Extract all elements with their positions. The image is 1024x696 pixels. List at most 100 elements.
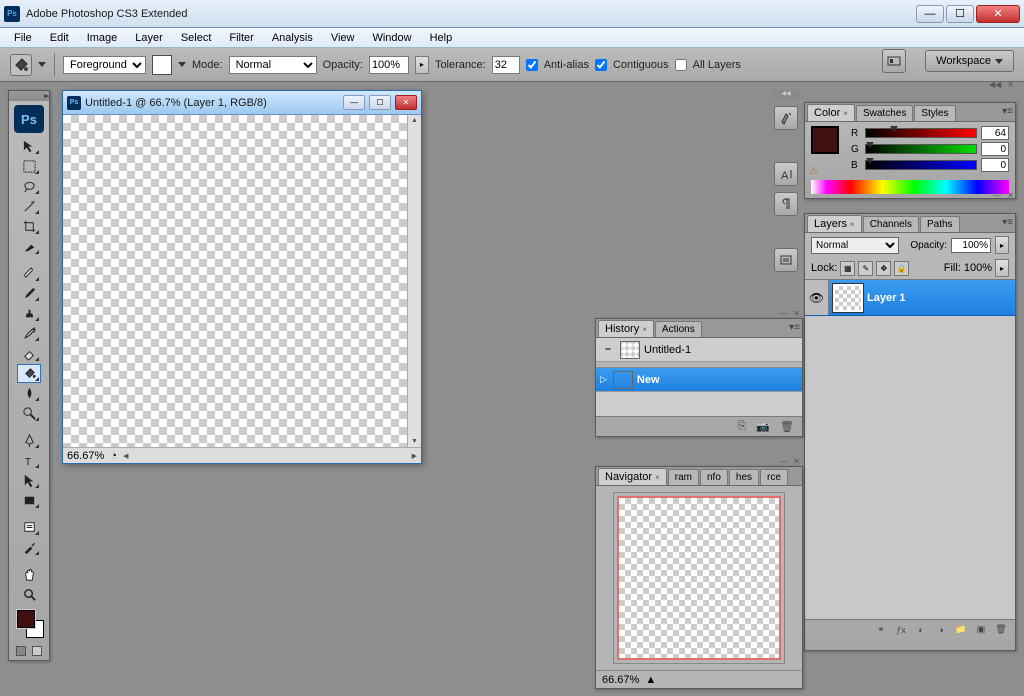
layer-mask-icon[interactable]: ◐ [913,623,929,637]
mode-select[interactable]: Normal [229,56,317,74]
doc-maximize-button[interactable]: ☐ [369,95,391,110]
navigator-preview[interactable] [613,492,785,664]
toolbox-collapse-icon[interactable]: ▸▸ [44,92,47,100]
layer-name[interactable]: Layer 1 [867,292,906,304]
rectangular-marquee-tool[interactable] [17,157,41,176]
menu-layer[interactable]: Layer [127,30,171,46]
opacity-input[interactable] [369,56,409,74]
menu-edit[interactable]: Edit [42,30,77,46]
g-slider[interactable] [865,144,977,154]
layer-opacity-arrow-icon[interactable]: ▸ [995,236,1009,254]
lock-all-icon[interactable]: 🔒 [894,261,909,276]
notes-tool[interactable] [17,518,41,537]
adjustment-layer-icon[interactable]: ◑ [933,623,949,637]
layer-style-icon[interactable]: ƒx [893,623,909,637]
doc-close-button[interactable]: ✕ [395,95,417,110]
new-layer-icon[interactable]: ▣ [973,623,989,637]
zoom-level[interactable]: 66.67% [67,450,104,462]
crop-tool[interactable] [17,217,41,236]
tab-brushes[interactable]: hes [729,469,759,485]
link-layers-icon[interactable]: ⚭ [873,623,889,637]
doc-minimize-button[interactable]: — [343,95,365,110]
status-info-icon[interactable]: ◔ [110,450,117,462]
tab-channels[interactable]: Channels [863,216,919,232]
dock-paragraph-icon[interactable] [774,192,798,216]
layers-collapse-icon[interactable]: — [991,191,1003,201]
tab-history[interactable]: History× [598,320,654,337]
eyedropper-tool[interactable] [17,538,41,557]
menu-image[interactable]: Image [79,30,126,46]
history-state[interactable]: New [596,368,802,392]
menu-analysis[interactable]: Analysis [264,30,321,46]
tab-info[interactable]: nfo [700,469,728,485]
maximize-button[interactable]: ☐ [946,5,974,23]
tab-styles[interactable]: Styles [914,105,955,121]
layers-menu-icon[interactable]: ▾≡ [1002,217,1013,228]
dock-layer-comps-icon[interactable] [774,248,798,272]
tool-preset-dropdown-icon[interactable] [38,62,46,67]
antialias-checkbox[interactable] [526,59,538,71]
layers-close-icon[interactable]: ✕ [1005,191,1016,201]
r-input[interactable] [981,126,1009,140]
g-input[interactable] [981,142,1009,156]
lock-transparency-icon[interactable]: ▦ [840,261,855,276]
brush-tool[interactable] [17,284,41,303]
eraser-tool[interactable] [17,344,41,363]
nav-close-icon[interactable]: ✕ [791,457,802,467]
foreground-color-swatch[interactable] [17,610,35,628]
document-titlebar[interactable]: Ps Untitled-1 @ 66.7% (Layer 1, RGB/8) —… [63,91,421,115]
screen-mode-icon[interactable] [32,646,42,656]
scroll-right-icon[interactable]: ▶ [412,452,417,460]
pen-tool[interactable] [17,431,41,450]
tab-clone-source[interactable]: rce [760,469,788,485]
layer-fill-arrow-icon[interactable]: ▸ [995,259,1009,277]
zoom-tool[interactable] [17,585,41,604]
canvas[interactable] [63,115,407,447]
blend-mode-select[interactable]: Normal [811,237,899,254]
fill-source-select[interactable]: Foreground [63,56,146,74]
layer-thumbnail[interactable] [833,284,863,312]
menu-help[interactable]: Help [422,30,461,46]
slice-tool[interactable] [17,237,41,256]
dodge-tool[interactable] [17,404,41,423]
panel-close-icon[interactable]: ✕ [1005,80,1016,90]
layer-row[interactable]: 👁 Layer 1 [805,280,1015,316]
blur-tool[interactable] [17,384,41,403]
dock-brushes-icon[interactable] [774,106,798,130]
history-brush-tool[interactable] [17,324,41,343]
layer-visibility-icon[interactable]: 👁 [805,280,829,315]
create-document-from-state-icon[interactable]: ⎘ [738,420,747,433]
history-snapshot[interactable]: ⎯ Untitled-1 [596,338,802,362]
zoom-out-icon[interactable]: ▲ [645,674,656,686]
panel-menu-icon[interactable]: ▾≡ [1002,106,1013,117]
panel-collapse-icon[interactable]: ◀◀ [987,80,1003,90]
vertical-scrollbar[interactable] [407,115,421,447]
menu-window[interactable]: Window [364,30,419,46]
tab-color[interactable]: Color× [807,104,855,121]
opacity-arrow-icon[interactable]: ▸ [415,56,429,74]
navigator-zoom-value[interactable]: 66.67% [602,674,639,686]
tab-histogram[interactable]: ram [668,469,699,485]
tab-navigator[interactable]: Navigator× [598,468,667,485]
menu-file[interactable]: File [6,30,40,46]
menu-select[interactable]: Select [173,30,220,46]
delete-state-icon[interactable]: 🗑 [780,420,794,433]
photoshop-logo-icon[interactable]: Ps [14,105,44,133]
tab-paths[interactable]: Paths [920,216,960,232]
history-close-icon[interactable]: ✕ [791,309,802,319]
history-brush-source-icon[interactable]: ⎯ [598,343,618,356]
paint-bucket-tool[interactable] [17,364,41,383]
layer-group-icon[interactable]: 📁 [953,623,969,637]
dock-character-icon[interactable]: A [774,162,798,186]
tab-swatches[interactable]: Swatches [856,105,913,121]
contiguous-checkbox[interactable] [595,59,607,71]
history-collapse-icon[interactable]: — [777,309,789,319]
go-to-bridge-button[interactable] [882,49,906,73]
type-tool[interactable]: T [17,451,41,470]
lock-position-icon[interactable]: ✥ [876,261,891,276]
workspace-button[interactable]: Workspace [925,50,1014,72]
minimize-button[interactable]: — [916,5,944,23]
delete-layer-icon[interactable]: 🗑 [993,623,1009,637]
move-tool[interactable] [17,137,41,156]
tab-layers[interactable]: Layers× [807,215,862,232]
